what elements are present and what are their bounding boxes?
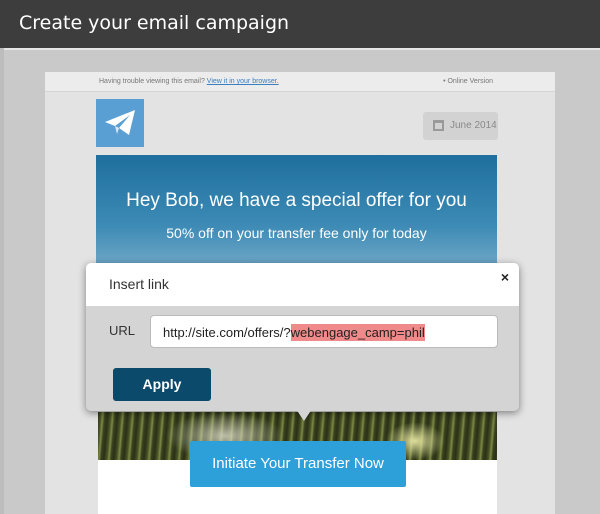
close-icon[interactable]: × [501, 269, 509, 285]
hero-subtitle: 50% off on your transfer fee only for to… [166, 225, 427, 241]
hero-title: Hey Bob, we have a special offer for you [126, 190, 467, 211]
view-in-browser-link[interactable]: View it in your browser. [207, 78, 279, 85]
online-version-link[interactable]: • Online Version [443, 78, 493, 85]
url-label: URL [109, 323, 136, 338]
trouble-viewing-text: Having trouble viewing this email? View … [99, 78, 279, 85]
insert-link-dialog: Insert link × URL http://site.com/offers… [86, 263, 519, 421]
url-value: http://site.com/offers/?webengage_camp=p… [163, 324, 425, 341]
trouble-text: Having trouble viewing this email? [99, 78, 205, 85]
email-preheader: Having trouble viewing this email? View … [45, 72, 555, 92]
calendar-icon [433, 120, 444, 131]
dialog-header: Insert link × [86, 263, 519, 306]
url-input[interactable]: http://site.com/offers/?webengage_camp=p… [150, 315, 498, 348]
top-bar: Create your email campaign [0, 0, 600, 48]
telegram-logo [96, 99, 144, 147]
initiate-transfer-button[interactable]: Initiate Your Transfer Now [190, 441, 406, 487]
dialog-pointer [296, 409, 312, 421]
apply-button[interactable]: Apply [113, 368, 211, 401]
url-highlight: webengage_camp=phil [290, 324, 425, 341]
date-badge: June 2014 [423, 112, 498, 140]
date-text: June 2014 [450, 120, 497, 131]
dialog-title: Insert link [109, 276, 169, 292]
page-title: Create your email campaign [19, 12, 290, 34]
url-base: http://site.com/offers/? [163, 325, 291, 340]
paper-plane-icon [105, 110, 135, 135]
canvas-edge [0, 48, 4, 514]
